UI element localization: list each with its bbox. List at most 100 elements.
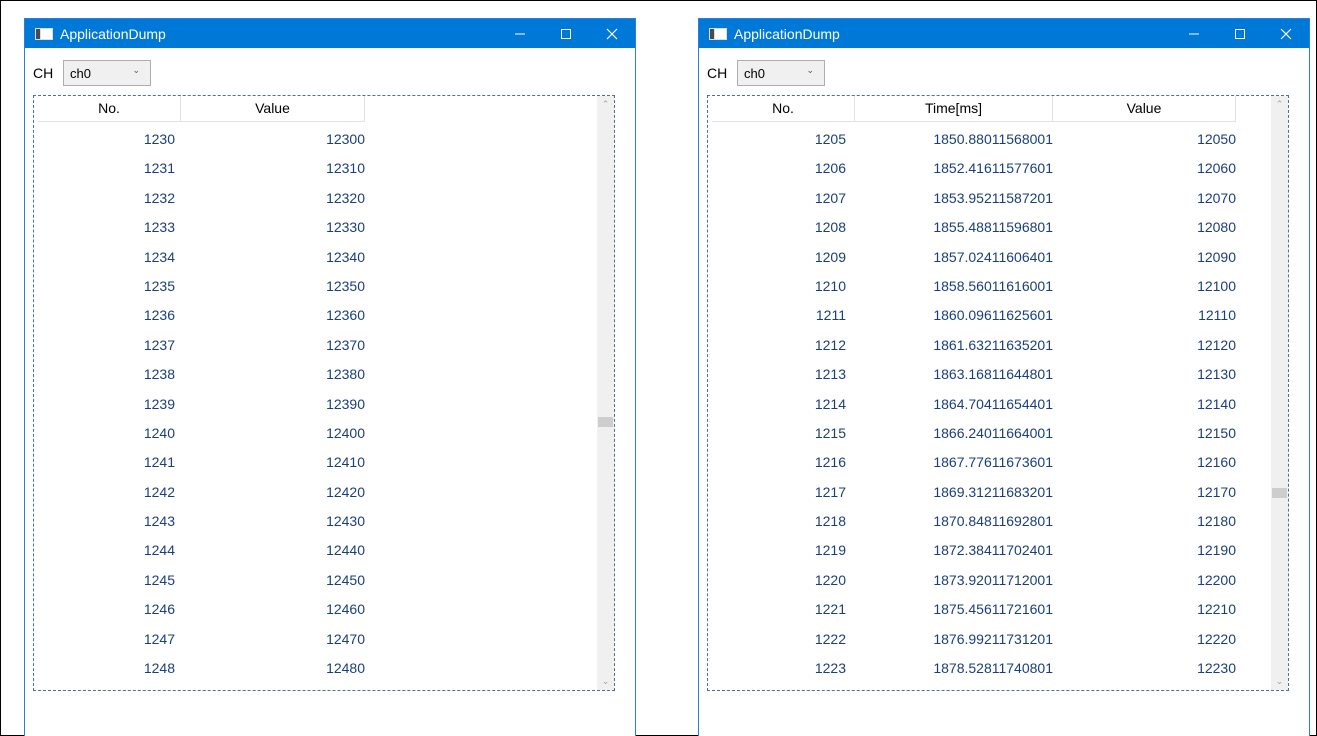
cell-value: 12480	[326, 660, 365, 677]
chevron-down-icon[interactable]: ⌄	[597, 673, 614, 690]
cell-value: 12110	[1198, 307, 1236, 324]
table-row[interactable]: 1237 12370	[38, 329, 365, 358]
cell-time: 1860.09611625601	[933, 307, 1053, 324]
table-row[interactable]: 1241 12410	[38, 446, 365, 475]
table-row[interactable]: 1215 1866.24011664001 12150	[712, 417, 1236, 446]
chevron-up-icon[interactable]: ⌃	[1271, 96, 1288, 113]
minimize-button[interactable]	[497, 19, 543, 48]
table-row[interactable]: 1234 12340	[38, 241, 365, 270]
table-row[interactable]: 1236 12360	[38, 299, 365, 328]
cell-value: 12460	[326, 601, 365, 618]
table-row[interactable]: 1219 1872.38411702401 12190	[712, 534, 1236, 563]
cell-time: 1867.77611673601	[933, 454, 1053, 471]
column-header-value[interactable]: Value	[1053, 96, 1236, 121]
table-row[interactable]: 1233 12330	[38, 211, 365, 240]
column-header-value[interactable]: Value	[181, 96, 365, 121]
table-row[interactable]: 1208 1855.48811596801 12080	[712, 211, 1236, 240]
table-row[interactable]: 1206 1852.41611577601 12060	[712, 152, 1236, 181]
cell-value: 12450	[326, 571, 365, 588]
cell-no: 1237	[143, 336, 175, 353]
table-row[interactable]: 1247 12470	[38, 623, 365, 652]
title-bar[interactable]: ApplicationDump	[699, 19, 1309, 48]
scrollbar-thumb[interactable]	[1272, 488, 1287, 498]
close-button[interactable]	[589, 19, 635, 48]
table-row[interactable]: 1244 12440	[38, 534, 365, 563]
vertical-scrollbar[interactable]: ⌃ ⌄	[1271, 96, 1288, 690]
vertical-scrollbar[interactable]: ⌃ ⌄	[597, 96, 614, 690]
table-row[interactable]: 1240 12400	[38, 417, 365, 446]
table-row[interactable]: 1222 1876.99211731201 12220	[712, 623, 1236, 652]
cell-no: 1209	[814, 248, 846, 265]
channel-combobox[interactable]: ch0 ⌄	[63, 60, 151, 86]
table-row[interactable]: 1220 1873.92011712001 12200	[712, 564, 1236, 593]
cell-value: 12320	[326, 189, 365, 206]
cell-value: 12210	[1197, 601, 1236, 618]
table-row[interactable]: 1218 1870.84811692801 12180	[712, 505, 1236, 534]
cell-no: 1205	[814, 131, 846, 147]
table-row[interactable]: 1248 12480	[38, 652, 365, 681]
data-list-view[interactable]: No. Time[ms] Value 1205 1850.88011568001 1…	[707, 95, 1289, 691]
column-header-no[interactable]: No.	[712, 96, 855, 121]
table-row[interactable]: 1232 12320	[38, 182, 365, 211]
cell-time: 1870.84811692801	[933, 513, 1053, 530]
cell-value: 12350	[326, 277, 365, 294]
cell-time: 1873.92011712001	[933, 571, 1053, 588]
cell-time: 1850.88011568001	[933, 131, 1053, 147]
table-row[interactable]: 1242 12420	[38, 476, 365, 505]
cell-no: 1234	[143, 248, 175, 265]
list-header: No. Value	[38, 96, 365, 122]
cell-no: 1245	[143, 571, 175, 588]
table-row[interactable]: 1245 12450	[38, 564, 365, 593]
maximize-button[interactable]	[543, 19, 589, 48]
cell-no: 1235	[143, 277, 175, 294]
table-row[interactable]: 1216 1867.77611673601 12160	[712, 446, 1236, 475]
table-row[interactable]: 1205 1850.88011568001 12050	[712, 123, 1236, 152]
data-list-view[interactable]: No. Value 1230 12300 1231 12310 1232 12320 123…	[33, 95, 615, 691]
cell-value: 12090	[1197, 248, 1236, 265]
table-row[interactable]: 1239 12390	[38, 388, 365, 417]
table-row[interactable]: 1210 1858.56011616001 12100	[712, 270, 1236, 299]
cell-no: 1236	[143, 307, 175, 324]
maximize-button[interactable]	[1217, 19, 1263, 48]
table-row[interactable]: 1243 12430	[38, 505, 365, 534]
table-row[interactable]: 1207 1853.95211587201 12070	[712, 182, 1236, 211]
cell-value: 12220	[1197, 630, 1236, 647]
window-title: ApplicationDump	[60, 26, 166, 42]
table-row[interactable]: 1217 1869.31211683201 12170	[712, 476, 1236, 505]
cell-time: 1861.63211635201	[933, 336, 1053, 353]
table-row[interactable]: 1238 12380	[38, 358, 365, 387]
table-row[interactable]: 1214 1864.70411654401 12140	[712, 388, 1236, 417]
column-header-no[interactable]: No.	[38, 96, 181, 121]
list-rows: 1205 1850.88011568001 12050 1206 1852.416115…	[712, 123, 1236, 681]
cell-time: 1875.45611721601	[933, 601, 1053, 618]
table-row[interactable]: 1230 12300	[38, 123, 365, 152]
cell-value: 12470	[326, 630, 365, 647]
cell-no: 1233	[143, 219, 175, 236]
title-bar[interactable]: ApplicationDump	[25, 19, 635, 48]
table-row[interactable]: 1246 12460	[38, 593, 365, 622]
application-window-left: ApplicationDump CH ch0 ⌄ No. Value 1230 1…	[24, 18, 636, 736]
scrollbar-thumb[interactable]	[598, 417, 613, 427]
table-row[interactable]: 1213 1863.16811644801 12130	[712, 358, 1236, 387]
table-row[interactable]: 1231 12310	[38, 152, 365, 181]
close-icon	[1280, 28, 1292, 40]
table-row[interactable]: 1211 1860.09611625601 12110	[712, 299, 1236, 328]
table-row[interactable]: 1212 1861.63211635201 12120	[712, 329, 1236, 358]
table-row[interactable]: 1221 1875.45611721601 12210	[712, 593, 1236, 622]
cell-value: 12150	[1197, 424, 1236, 441]
cell-no: 1220	[814, 571, 846, 588]
cell-value: 12070	[1197, 189, 1236, 206]
cell-value: 12130	[1197, 366, 1236, 383]
cell-no: 1218	[814, 513, 846, 530]
table-row[interactable]: 1209 1857.02411606401 12090	[712, 241, 1236, 270]
cell-value: 12190	[1197, 542, 1236, 559]
minimize-button[interactable]	[1171, 19, 1217, 48]
table-row[interactable]: 1223 1878.52811740801 12230	[712, 652, 1236, 681]
close-button[interactable]	[1263, 19, 1309, 48]
column-header-time[interactable]: Time[ms]	[855, 96, 1053, 121]
chevron-up-icon[interactable]: ⌃	[597, 96, 614, 113]
chevron-down-icon[interactable]: ⌄	[1271, 673, 1288, 690]
cell-no: 1248	[143, 660, 175, 677]
channel-combobox[interactable]: ch0 ⌄	[737, 60, 825, 86]
table-row[interactable]: 1235 12350	[38, 270, 365, 299]
